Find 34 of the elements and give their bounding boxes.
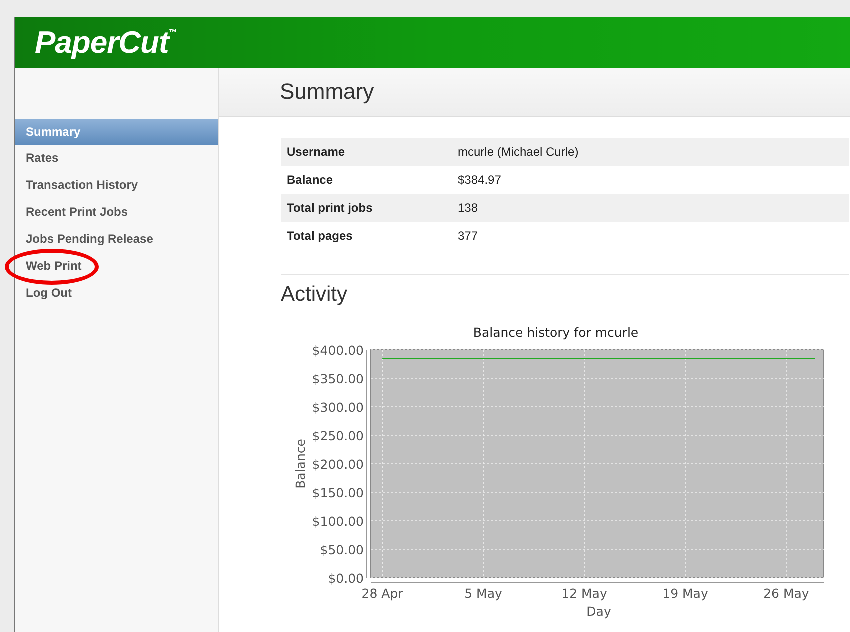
axis-label: 26 May <box>764 586 810 601</box>
sidebar-item[interactable]: Rates <box>15 145 70 172</box>
axis-label: $150.00 <box>312 486 364 500</box>
axis-label: $350.00 <box>312 372 364 386</box>
axis-label: 5 May <box>464 586 502 601</box>
axis-label: $250.00 <box>312 428 364 444</box>
axis-label: $200.00 <box>312 457 364 472</box>
sidebar-item[interactable]: Transaction History <box>15 172 150 199</box>
table-cell-text: Total print jobs <box>286 201 374 215</box>
chart-title: Balance history for mcurle <box>473 325 639 340</box>
table-cell-text: mcurle (Michael Curle) <box>457 145 579 159</box>
page-title: Summary <box>280 79 374 105</box>
section-title: Activity <box>281 283 349 308</box>
axis-label: $100.00 <box>312 514 364 529</box>
axis-label: $0.00 <box>328 571 364 586</box>
axis-label: 19 May <box>662 586 708 601</box>
logo: PaperCut$^{™}$ <box>35 24 176 60</box>
axis-label: 12 May <box>562 586 608 601</box>
sidebar-item[interactable]: Log Out <box>15 280 83 307</box>
table-cell-text: 138 <box>457 201 478 215</box>
sidebar-item[interactable]: Web Print <box>15 253 93 280</box>
table-cell-text: 377 <box>457 229 478 243</box>
table-cell-text: Total pages <box>286 229 354 243</box>
table-cell-text: Balance <box>286 173 334 187</box>
axis-title: Balance <box>293 439 308 489</box>
table-cell-text: $384.97 <box>457 173 502 187</box>
sidebar-item[interactable]: Recent Print Jobs <box>15 199 140 226</box>
axis-title: Day <box>586 604 612 619</box>
table-cell-text: Username <box>286 145 346 159</box>
axis-label: 28 Apr <box>362 586 404 601</box>
sidebar-item[interactable]: Jobs Pending Release <box>15 226 164 253</box>
axis-label: $50.00 <box>320 542 364 558</box>
axis-label: $400.00 <box>312 343 364 358</box>
axis-label: $300.00 <box>312 400 364 415</box>
